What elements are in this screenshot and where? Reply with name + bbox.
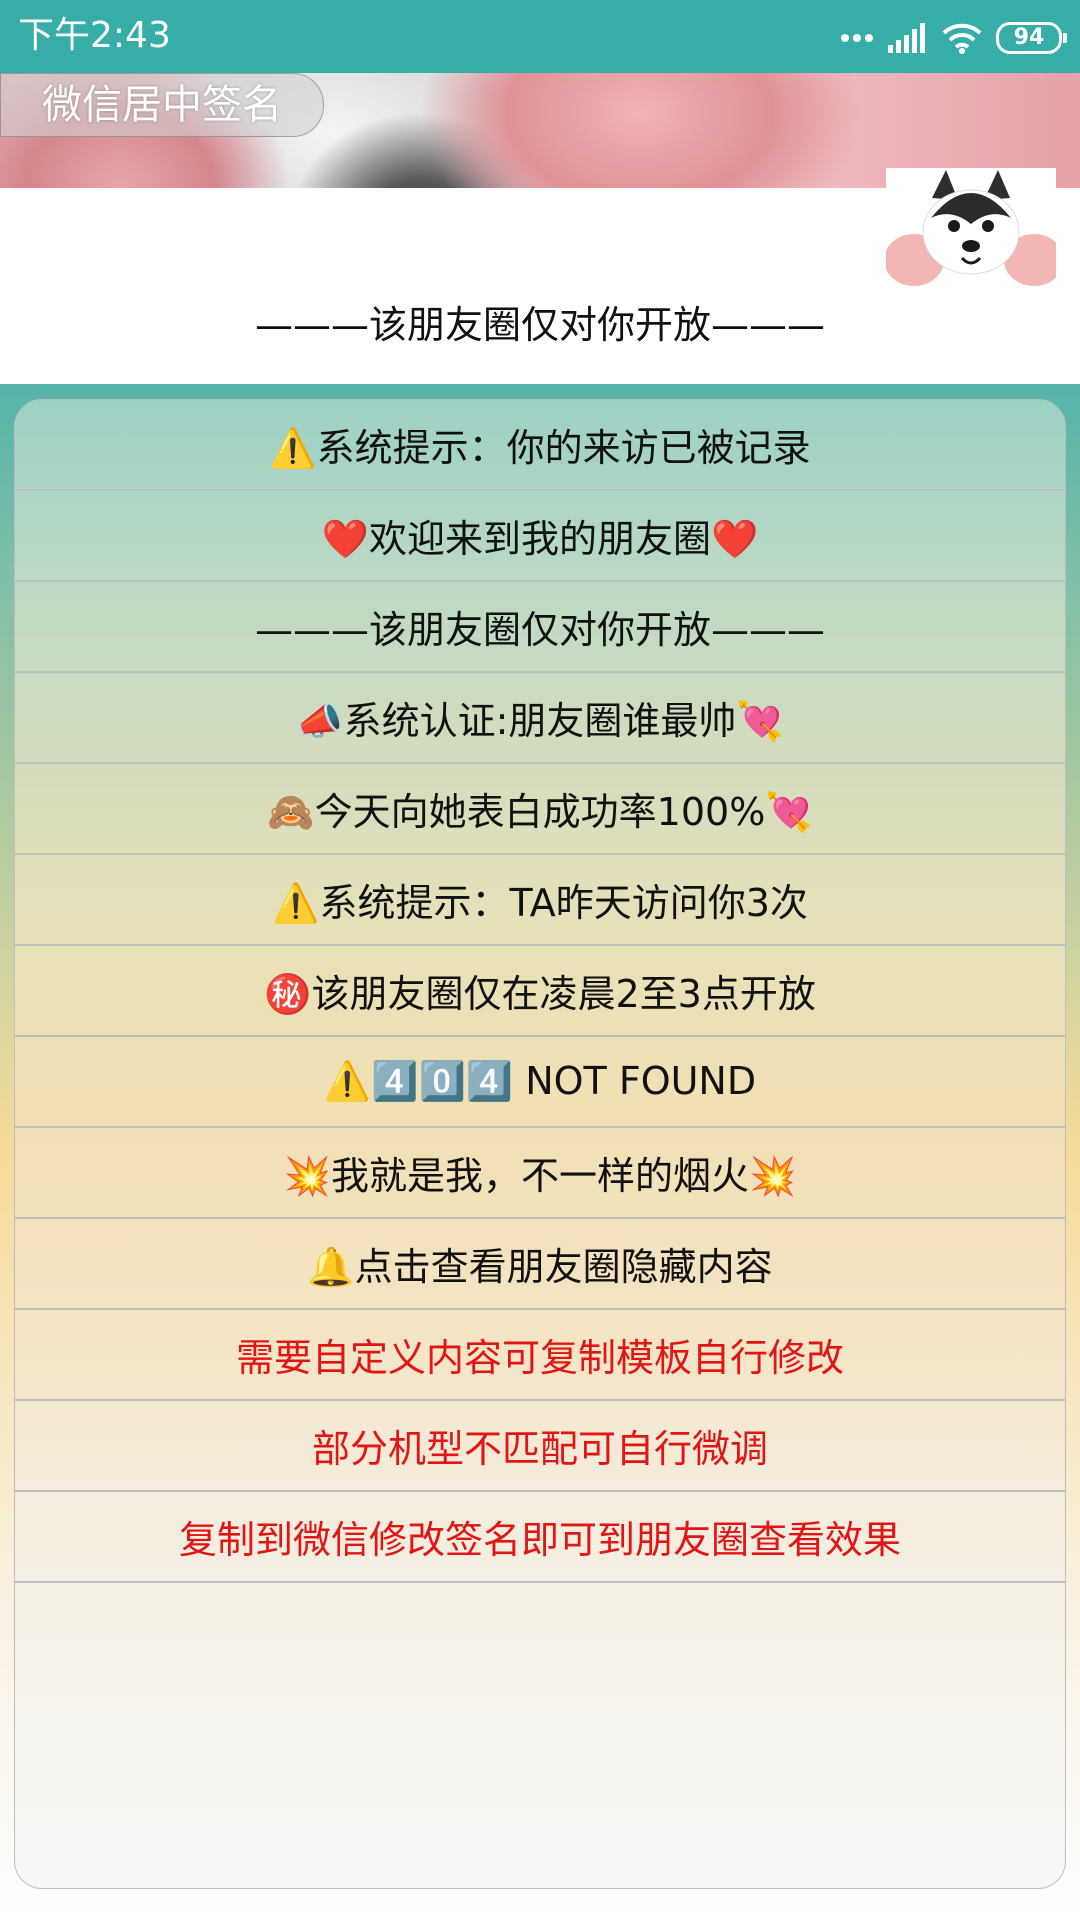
list-item[interactable]: ⚠️4️⃣0️⃣4️⃣ NOT FOUND xyxy=(15,1037,1065,1128)
list-item[interactable]: 📣系统认证:朋友圈谁最帅💘 xyxy=(15,673,1065,764)
cover-cursor-icon: ▯ xyxy=(842,212,855,237)
list-item-note[interactable]: 部分机型不匹配可自行微调 xyxy=(15,1401,1065,1492)
signal-icon xyxy=(888,23,925,53)
list-item-note[interactable]: 复制到微信修改签名即可到朋友圈查看效果 xyxy=(15,1492,1065,1583)
list-item[interactable]: ⚠️系统提示：你的来访已被记录 xyxy=(15,400,1065,491)
list-item[interactable]: 💥我就是我，不一样的烟火💥 xyxy=(15,1128,1065,1219)
status-time: 下午2:43 xyxy=(18,15,171,56)
wifi-icon xyxy=(942,23,982,54)
avatar[interactable] xyxy=(886,168,1056,292)
list-item[interactable]: ———该朋友圈仅对你开放——— xyxy=(15,582,1065,673)
list-item[interactable]: ❤️欢迎来到我的朋友圈❤️ xyxy=(15,491,1065,582)
status-bar: 下午2:43 94 xyxy=(0,0,1080,73)
list-item[interactable]: 🔔点击查看朋友圈隐藏内容 xyxy=(15,1219,1065,1310)
more-dots-icon xyxy=(841,34,873,42)
list-item-note[interactable]: 需要自定义内容可复制模板自行修改 xyxy=(15,1310,1065,1401)
battery-icon: 94 xyxy=(996,22,1067,54)
husky-avatar-icon xyxy=(886,168,1056,292)
open-notice: ———该朋友圈仅对你开放——— xyxy=(254,303,825,347)
signature-chip[interactable]: 微信居中签名 xyxy=(0,73,324,137)
list-item[interactable]: ㊙️该朋友圈仅在凌晨2至3点开放 xyxy=(15,946,1065,1037)
list-item[interactable]: ⚠️系统提示：TA昨天访问你3次 xyxy=(15,855,1065,946)
signature-list: ⚠️系统提示：你的来访已被记录 ❤️欢迎来到我的朋友圈❤️ ———该朋友圈仅对你… xyxy=(14,399,1066,1889)
status-icons: 94 xyxy=(840,18,1067,58)
list-item[interactable]: 🙈今天向她表白成功率100%💘 xyxy=(15,764,1065,855)
